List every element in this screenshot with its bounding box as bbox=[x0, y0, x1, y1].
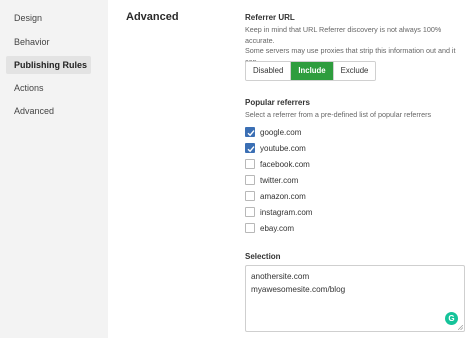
grammarly-icon[interactable]: G bbox=[445, 312, 458, 325]
checkbox-checked[interactable] bbox=[245, 143, 255, 153]
referrer-option-google[interactable]: google.com bbox=[245, 126, 301, 138]
checkbox[interactable] bbox=[245, 159, 255, 169]
checkbox-checked[interactable] bbox=[245, 127, 255, 137]
referrer-help-line: Keep in mind that URL Referrer discovery… bbox=[245, 25, 442, 45]
section-title: Advanced bbox=[126, 11, 179, 23]
selection-textarea[interactable]: anothersite.com myawesomesite.com/blog G bbox=[245, 265, 465, 332]
sidebar-item-design[interactable]: Design bbox=[6, 9, 91, 27]
referrer-option-ebay[interactable]: ebay.com bbox=[245, 222, 294, 234]
check-icon bbox=[247, 130, 255, 137]
exclude-button[interactable]: Exclude bbox=[333, 62, 376, 80]
include-button[interactable]: Include bbox=[291, 62, 334, 80]
checkbox[interactable] bbox=[245, 223, 255, 233]
referrer-option-facebook[interactable]: facebook.com bbox=[245, 158, 310, 170]
referrer-url-label: Referrer URL bbox=[245, 13, 295, 22]
selection-line: myawesomesite.com/blog bbox=[251, 285, 346, 294]
option-label: amazon.com bbox=[260, 191, 306, 201]
referrer-option-twitter[interactable]: twitter.com bbox=[245, 174, 298, 186]
selection-line: anothersite.com bbox=[251, 272, 310, 281]
popular-referrers-label: Popular referrers bbox=[245, 98, 310, 107]
option-label: google.com bbox=[260, 127, 302, 137]
disabled-button[interactable]: Disabled bbox=[246, 62, 292, 80]
option-label: facebook.com bbox=[260, 159, 310, 169]
option-label: ebay.com bbox=[260, 223, 295, 233]
check-icon bbox=[247, 146, 255, 153]
referrer-option-youtube[interactable]: youtube.com bbox=[245, 142, 306, 154]
option-label: instagram.com bbox=[260, 207, 313, 217]
option-label: twitter.com bbox=[260, 175, 299, 185]
checkbox[interactable] bbox=[245, 191, 255, 201]
popular-referrers-help: Select a referrer from a pre-defined lis… bbox=[245, 110, 432, 119]
option-label: youtube.com bbox=[260, 143, 306, 153]
sidebar: Design Behavior Publishing Rules Actions… bbox=[0, 0, 108, 338]
sidebar-item-behavior[interactable]: Behavior bbox=[6, 33, 91, 51]
referrer-option-instagram[interactable]: instagram.com bbox=[245, 206, 312, 218]
selection-label: Selection bbox=[245, 252, 281, 261]
referrer-mode-toggle: Disabled Include Exclude bbox=[245, 61, 377, 81]
sidebar-item-actions[interactable]: Actions bbox=[6, 79, 91, 97]
resize-handle-icon[interactable] bbox=[458, 325, 463, 330]
sidebar-item-publishing-rules[interactable]: Publishing Rules bbox=[6, 56, 91, 74]
checkbox[interactable] bbox=[245, 207, 255, 217]
referrer-option-amazon[interactable]: amazon.com bbox=[245, 190, 306, 202]
sidebar-item-advanced[interactable]: Advanced bbox=[6, 102, 91, 120]
checkbox[interactable] bbox=[245, 175, 255, 185]
